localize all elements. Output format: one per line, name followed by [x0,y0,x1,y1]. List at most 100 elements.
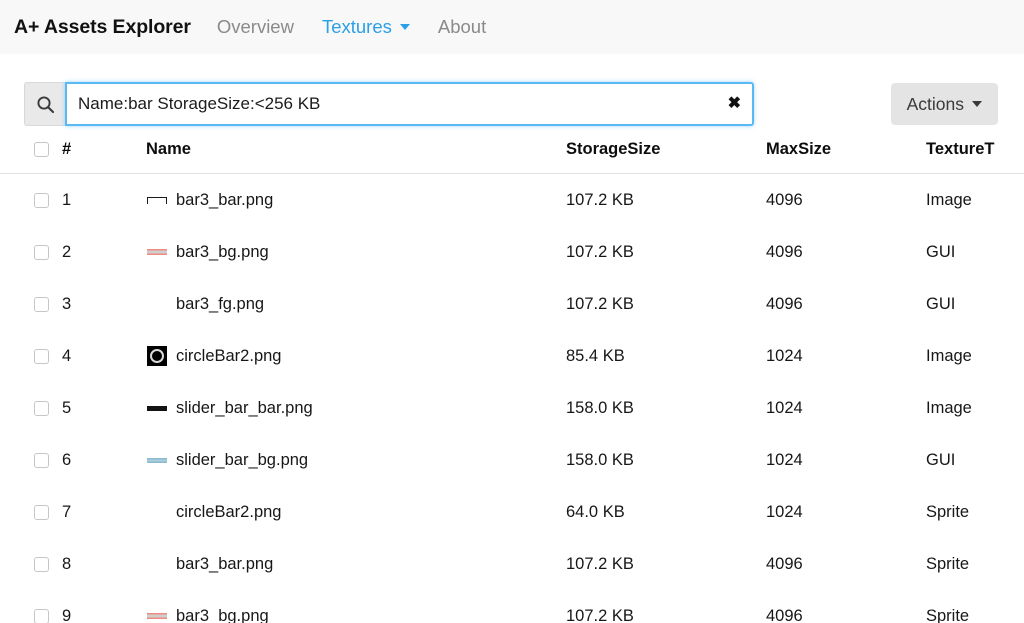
column-header-maxsize[interactable]: MaxSize [766,140,926,174]
row-texturetype: GUI [926,294,956,313]
table-row[interactable]: 2 bar3_bg.png 107.2 KB 4096 GUI [0,226,1024,278]
row-index: 9 [62,606,72,623]
row-index: 2 [62,242,72,261]
row-name-label: bar3_bg.png [176,606,269,623]
row-index: 1 [62,190,72,209]
row-checkbox[interactable] [34,556,49,572]
row-texturetype: Image [926,398,972,417]
asset-thumbnail [146,189,168,211]
row-storagesize: 107.2 KB [566,554,634,573]
row-storagesize: 158.0 KB [566,450,634,469]
table-row[interactable]: 3 bar3_fg.png 107.2 KB 4096 GUI [0,278,1024,330]
row-select-cell [0,590,62,623]
row-checkbox[interactable] [34,244,49,260]
table-row[interactable]: 7 circleBar2.png 64.0 KB 1024 Sprite [0,486,1024,538]
row-name-label: bar3_bg.png [176,242,269,261]
thumbnail-dark-bar [147,405,167,411]
thumbnail-blue-bar [147,457,167,463]
column-header-index[interactable]: # [62,140,146,174]
row-select-cell [0,330,62,382]
row-name-cell: bar3_bg.png [146,226,566,278]
table-row[interactable]: 1 bar3_bar.png 107.2 KB 4096 Image [0,174,1024,227]
row-name-label: bar3_bar.png [176,554,274,573]
table-row[interactable]: 9 bar3_bg.png 107.2 KB 4096 Sprite [0,590,1024,623]
thumbnail-pink-bar [147,249,167,255]
row-name-label: circleBar2.png [176,346,282,365]
row-maxsize: 4096 [766,606,803,623]
thumbnail-outline-bar [147,196,167,204]
search-group: ✖ [24,82,754,126]
row-index: 4 [62,346,72,365]
nav-link-overview[interactable]: Overview [217,16,294,38]
row-checkbox[interactable] [34,504,49,520]
assets-table-body: 1 bar3_bar.png 107.2 KB 4096 Image 2 bar3_bg.p… [0,174,1024,623]
row-checkbox[interactable] [34,400,49,416]
asset-thumbnail [146,293,168,315]
row-name-cell: bar3_bar.png [146,538,566,590]
row-index: 5 [62,398,72,417]
row-select-cell [0,538,62,590]
column-header-texturetype[interactable]: TextureT [926,140,1024,174]
row-index: 7 [62,502,72,521]
table-row[interactable]: 6 slider_bar_bg.png 158.0 KB 1024 GUI [0,434,1024,486]
row-maxsize: 4096 [766,190,803,209]
row-checkbox[interactable] [34,452,49,468]
chevron-down-icon [399,24,410,30]
asset-thumbnail [146,241,168,263]
asset-thumbnail [146,345,168,367]
row-checkbox[interactable] [34,348,49,364]
row-checkbox[interactable] [34,608,49,623]
assets-table-container: # Name StorageSize MaxSize TextureT 1 bar… [0,140,1024,623]
clear-search-icon[interactable]: ✖ [728,96,741,112]
asset-thumbnail [146,553,168,575]
row-select-cell [0,174,62,227]
search-icon[interactable] [24,82,65,126]
table-header-row: # Name StorageSize MaxSize TextureT [0,140,1024,174]
row-maxsize: 4096 [766,242,803,261]
nav-link-about[interactable]: About [438,16,486,38]
actions-button[interactable]: Actions [890,83,998,125]
thumbnail-pink-bar [147,613,167,619]
table-row[interactable]: 8 bar3_bar.png 107.2 KB 4096 Sprite [0,538,1024,590]
asset-thumbnail [146,605,168,623]
search-field-wrapper: ✖ [65,82,754,126]
row-storagesize: 107.2 KB [566,190,634,209]
asset-thumbnail [146,397,168,419]
row-storagesize: 85.4 KB [566,346,625,365]
thumbnail-circle-ring [147,346,167,366]
select-all-checkbox[interactable] [34,142,49,157]
table-row[interactable]: 4 circleBar2.png 85.4 KB 1024 Image [0,330,1024,382]
search-input[interactable] [67,84,752,124]
row-storagesize: 64.0 KB [566,502,625,521]
row-index: 8 [62,554,72,573]
row-select-cell [0,278,62,330]
row-select-cell [0,486,62,538]
row-name-label: bar3_bar.png [176,190,274,209]
row-checkbox[interactable] [34,296,49,312]
row-texturetype: GUI [926,242,956,261]
row-texturetype: Sprite [926,606,970,623]
row-name-cell: circleBar2.png [146,330,566,382]
row-storagesize: 107.2 KB [566,242,634,261]
actions-button-label: Actions [906,93,964,114]
row-index: 6 [62,450,72,469]
nav-link-textures[interactable]: Textures [322,16,410,38]
row-texturetype: Image [926,346,972,365]
nav-link-textures-label: Textures [321,16,392,37]
row-storagesize: 107.2 KB [566,294,634,313]
row-name-cell: bar3_fg.png [146,278,566,330]
column-header-name[interactable]: Name [146,140,566,174]
row-maxsize: 1024 [766,502,803,521]
row-maxsize: 1024 [766,450,803,469]
column-header-storagesize[interactable]: StorageSize [566,140,766,174]
table-row[interactable]: 5 slider_bar_bar.png 158.0 KB 1024 Image [0,382,1024,434]
row-name-label: circleBar2.png [176,502,282,521]
row-checkbox[interactable] [34,192,49,208]
row-storagesize: 158.0 KB [566,398,634,417]
chevron-down-icon [972,101,982,107]
row-storagesize: 107.2 KB [566,606,634,623]
asset-thumbnail [146,449,168,471]
row-name-label: slider_bar_bar.png [176,398,313,417]
row-name-label: bar3_fg.png [176,294,265,313]
row-maxsize: 1024 [766,346,803,365]
